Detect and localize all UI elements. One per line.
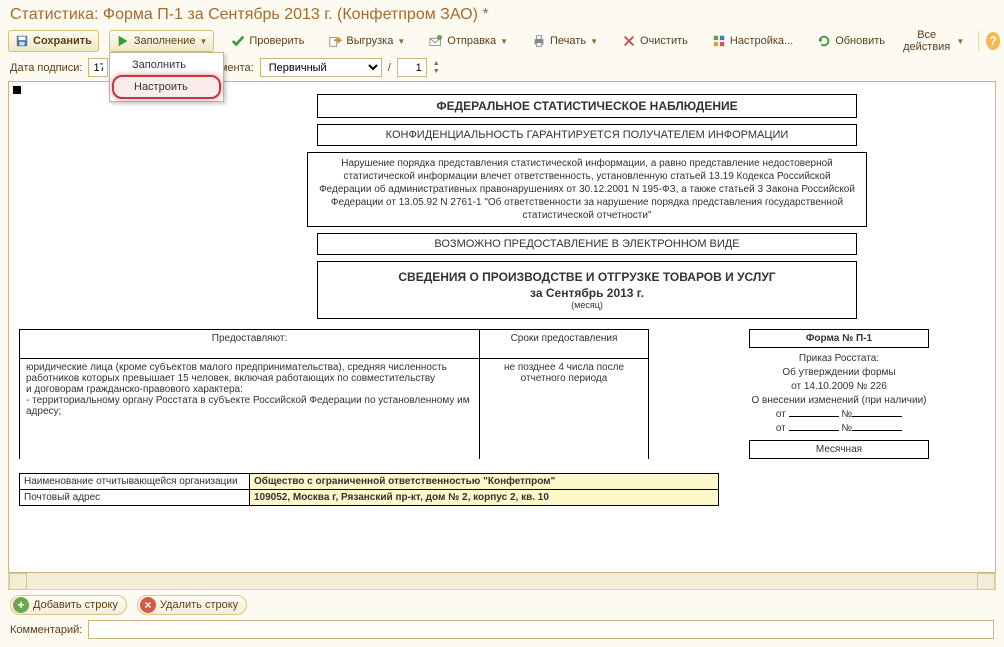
save-label: Сохранить	[33, 35, 92, 47]
main-toolbar: Сохранить Заполнение ▼ Заполнить Настрои…	[0, 28, 1004, 54]
settings-label: Настройка...	[730, 35, 793, 47]
save-button[interactable]: Сохранить	[8, 30, 99, 52]
org-value[interactable]: Общество с ограниченной ответственностью…	[250, 474, 719, 490]
doc-heading-2: КОНФИДЕНЦИАЛЬНОСТЬ ГАРАНТИРУЕТСЯ ПОЛУЧАТ…	[317, 124, 857, 146]
chevron-down-icon: ▼	[199, 37, 207, 46]
refresh-button[interactable]: Обновить	[810, 30, 892, 52]
cell-terms: не позднее 4 числа после отчетного перио…	[480, 359, 649, 459]
check-label: Проверить	[249, 35, 304, 47]
doc-heading-3: ВОЗМОЖНО ПРЕДОСТАВЛЕНИЕ В ЭЛЕКТРОННОМ ВИ…	[317, 233, 857, 255]
chevron-down-icon: ▼	[500, 37, 508, 46]
slash: /	[388, 62, 391, 74]
print-icon	[532, 34, 546, 48]
clear-icon	[622, 34, 636, 48]
addr-value[interactable]: 109052, Москва г, Рязанский пр-кт, дом №…	[250, 490, 719, 506]
spinner-down-icon[interactable]: ▼	[433, 68, 440, 76]
delete-row-button[interactable]: × Удалить строку	[137, 595, 247, 615]
date-label: Дата подписи:	[10, 62, 82, 74]
fill-button[interactable]: Заполнение ▼	[109, 30, 214, 52]
comment-row: Комментарий:	[0, 620, 1004, 647]
refresh-icon	[817, 34, 831, 48]
settings-button[interactable]: Настройка...	[705, 30, 800, 52]
help-icon[interactable]: ?	[986, 32, 1000, 50]
form-body: Приказ Росстата: Об утверждении формы от…	[749, 348, 929, 440]
document-area[interactable]: ФЕДЕРАЛЬНОЕ СТАТИСТИЧЕСКОЕ НАБЛЮДЕНИЕ КО…	[8, 81, 996, 573]
export-icon	[328, 34, 342, 48]
form-info-panel: Форма № П-1 Приказ Росстата: Об утвержде…	[749, 329, 929, 459]
all-actions-button[interactable]: Все действия ▼	[894, 30, 971, 52]
page-title: Статистика: Форма П-1 за Сентябрь 2013 г…	[0, 0, 1004, 28]
gear-icon	[712, 34, 726, 48]
cell-provide: юридические лица (кроме субъектов малого…	[20, 359, 480, 459]
doc-h4c: (месяц)	[326, 300, 848, 310]
refresh-label: Обновить	[835, 35, 885, 47]
x-icon: ×	[140, 597, 156, 613]
send-icon	[429, 34, 443, 48]
col-terms: Сроки предоставления	[480, 330, 649, 359]
num-input[interactable]	[397, 58, 427, 77]
date-input[interactable]	[88, 58, 108, 77]
anchor-icon	[13, 86, 21, 94]
print-button[interactable]: Печать ▼	[525, 30, 605, 52]
export-button[interactable]: Выгрузка ▼	[321, 30, 412, 52]
doc-heading-4: СВЕДЕНИЯ О ПРОИЗВОДСТВЕ И ОТГРУЗКЕ ТОВАР…	[317, 261, 857, 319]
doc-type-select[interactable]: Первичный	[260, 58, 382, 77]
check-icon	[231, 34, 245, 48]
add-row-label: Добавить строку	[33, 599, 118, 611]
horizontal-scrollbar[interactable]	[8, 573, 996, 590]
comment-input[interactable]	[88, 620, 994, 639]
doc-h4b: за Сентябрь 2013 г.	[326, 286, 848, 300]
add-row-button[interactable]: + Добавить строку	[10, 595, 127, 615]
doc-warning: Нарушение порядка представления статисти…	[307, 152, 867, 227]
send-label: Отправка	[447, 35, 496, 47]
play-icon	[116, 34, 130, 48]
separator	[978, 31, 979, 51]
clear-button[interactable]: Очистить	[615, 30, 695, 52]
provide-table: Предоставляют: Сроки предоставления юрид…	[19, 329, 649, 459]
doc-heading-1: ФЕДЕРАЛЬНОЕ СТАТИСТИЧЕСКОЕ НАБЛЮДЕНИЕ	[317, 94, 857, 118]
org-label: Наименование отчитывающейся организации	[20, 474, 250, 490]
form-number: Форма № П-1	[749, 329, 929, 348]
menu-item-fill[interactable]: Заполнить	[112, 55, 221, 75]
clear-label: Очистить	[640, 35, 688, 47]
menu-item-configure[interactable]: Настроить	[112, 75, 221, 99]
fill-dropdown-menu: Заполнить Настроить	[109, 52, 224, 102]
fill-label: Заполнение	[134, 35, 196, 47]
chevron-down-icon: ▼	[397, 37, 405, 46]
bottom-toolbar: + Добавить строку × Удалить строку	[0, 590, 1004, 620]
chevron-down-icon: ▼	[590, 37, 598, 46]
all-actions-label: Все действия	[901, 29, 952, 53]
plus-icon: +	[13, 597, 29, 613]
print-label: Печать	[550, 35, 586, 47]
comment-label: Комментарий:	[10, 624, 82, 636]
doc-h4a: СВЕДЕНИЯ О ПРОИЗВОДСТВЕ И ОТГРУЗКЕ ТОВАР…	[326, 270, 848, 284]
form-period: Месячная	[749, 440, 929, 459]
col-provide: Предоставляют:	[20, 330, 480, 359]
export-label: Выгрузка	[346, 35, 393, 47]
addr-label: Почтовый адрес	[20, 490, 250, 506]
spinner-up-icon[interactable]: ▲	[433, 60, 440, 68]
send-button[interactable]: Отправка ▼	[422, 30, 515, 52]
org-table: Наименование отчитывающейся организации …	[19, 473, 719, 506]
chevron-down-icon: ▼	[956, 37, 964, 46]
save-icon	[15, 34, 29, 48]
delete-row-label: Удалить строку	[160, 599, 238, 611]
check-button[interactable]: Проверить	[224, 30, 311, 52]
